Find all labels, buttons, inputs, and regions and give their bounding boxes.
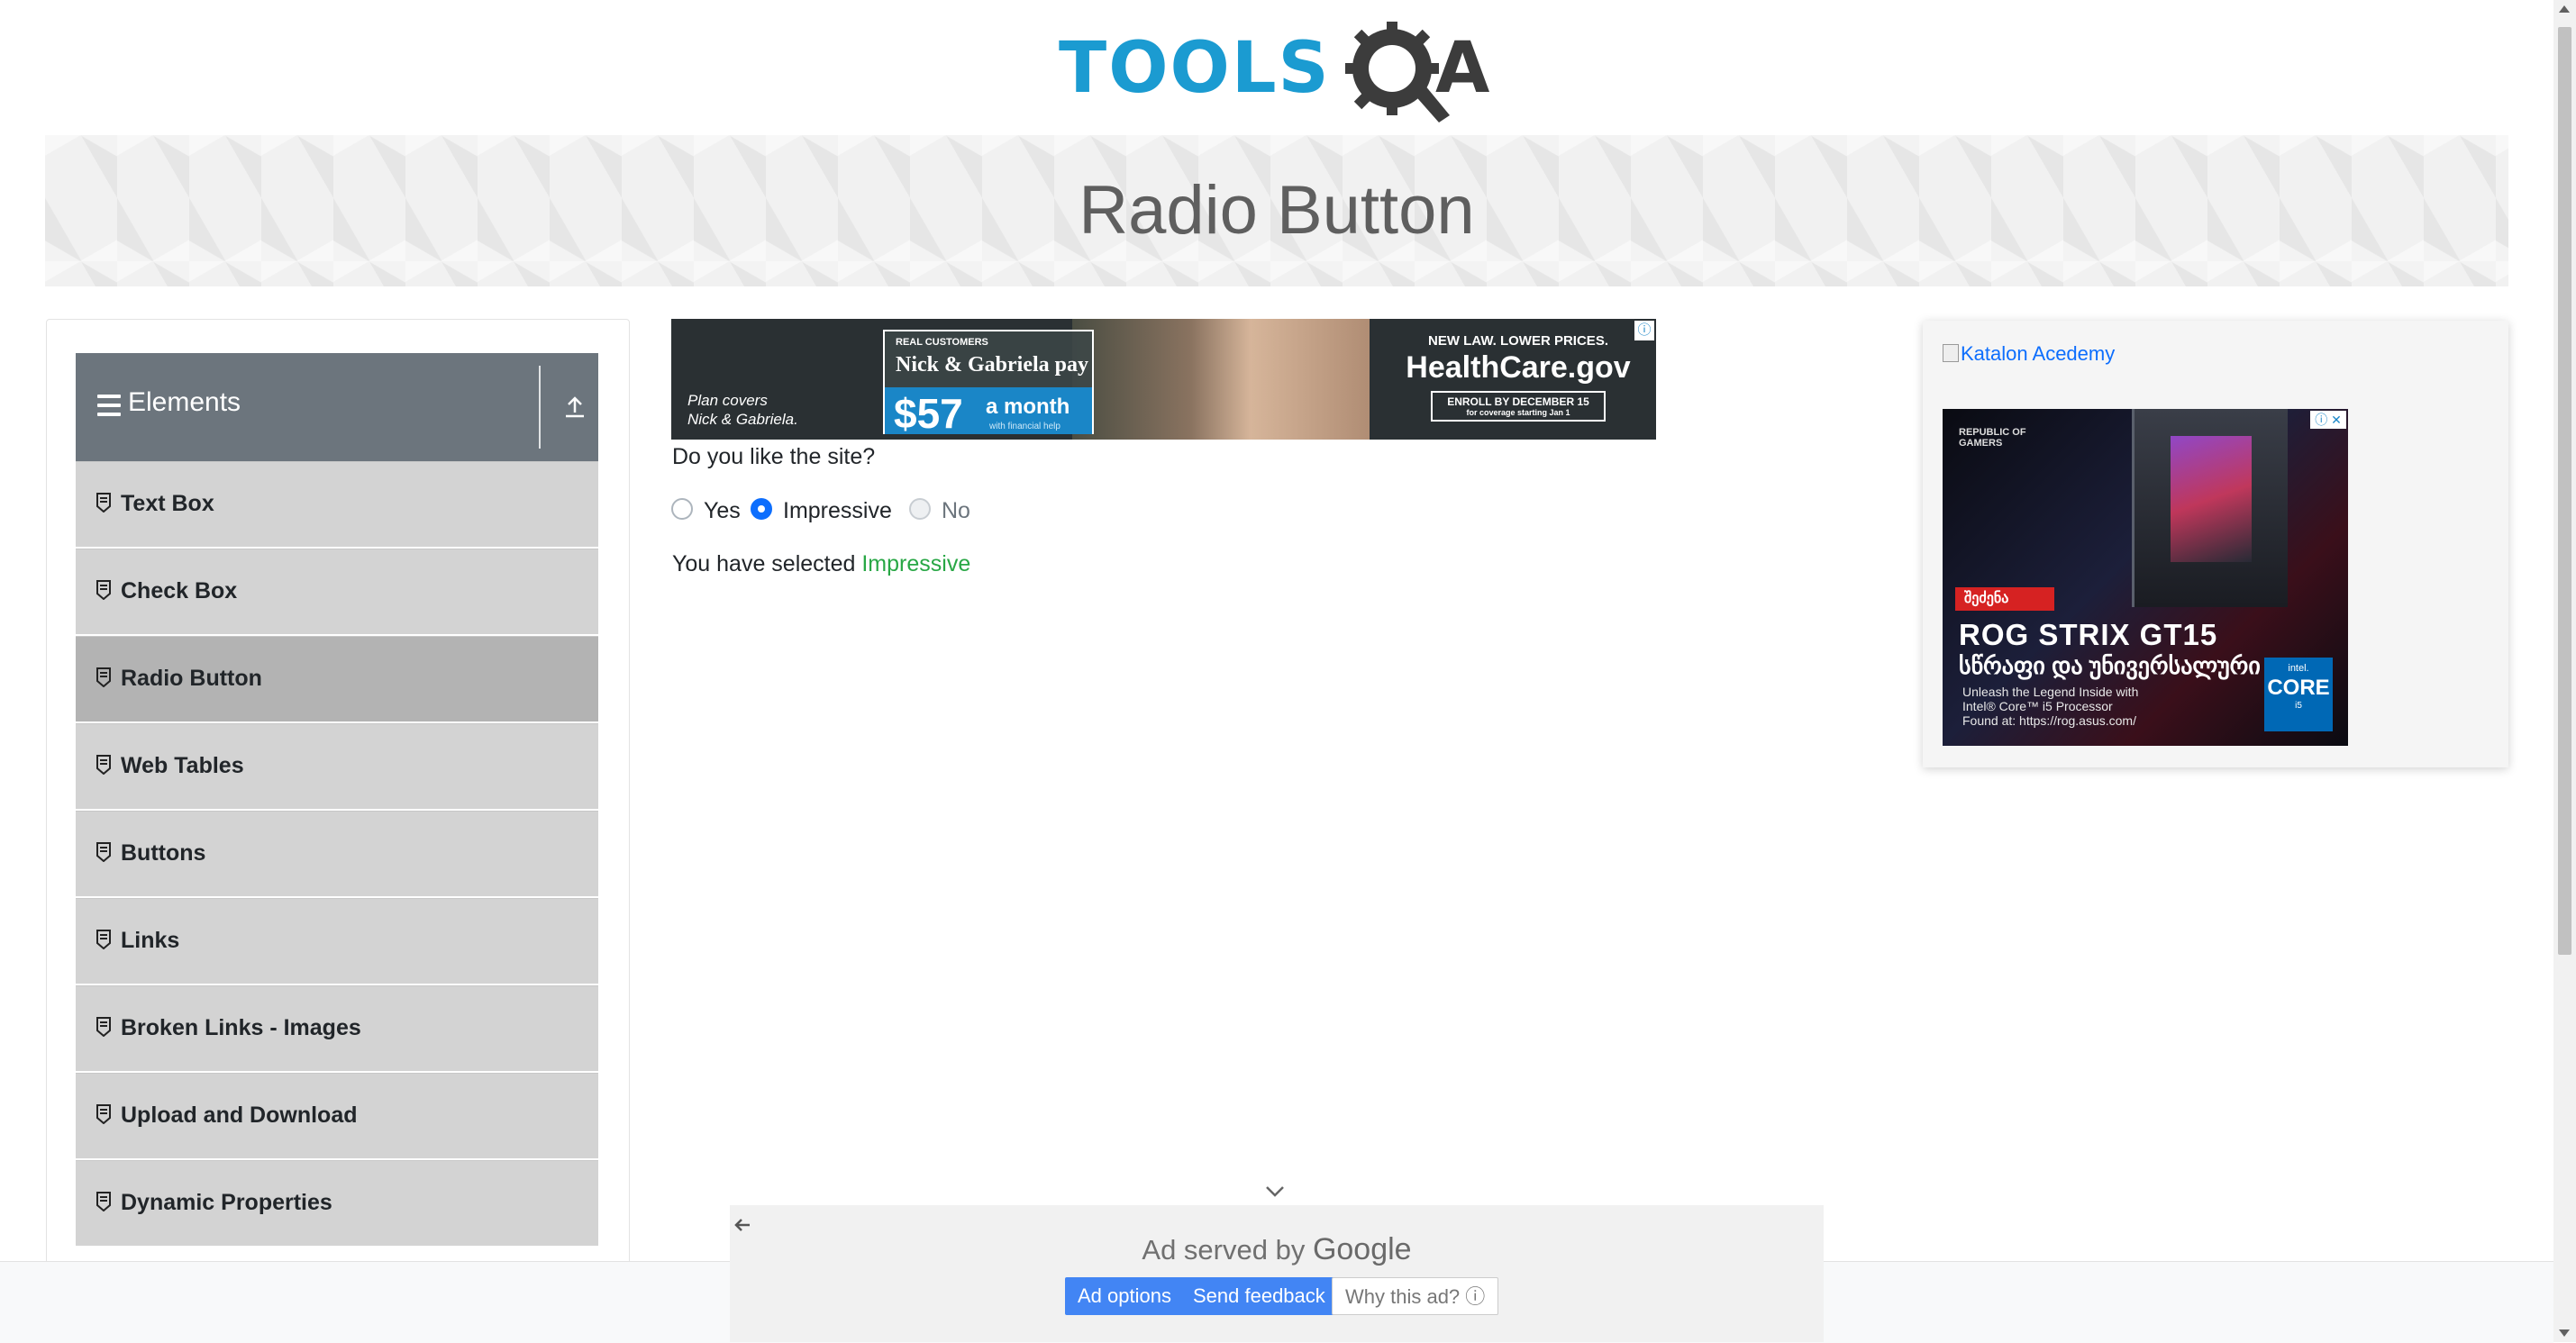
ad-served-by-text: Ad served by Google	[1142, 1232, 1412, 1266]
broken-image-icon	[1943, 344, 1959, 362]
sidebar-item-web-tables[interactable]: Web Tables	[76, 723, 598, 809]
sidebar-item-label: Check Box	[121, 578, 238, 603]
adchoices-info-icon[interactable]: ⓘ	[1634, 321, 1654, 340]
file-icon	[96, 580, 111, 600]
ad-buy-button[interactable]: შეძენა	[1955, 587, 2054, 611]
sidebar-item-broken-links[interactable]: Broken Links - Images	[76, 985, 598, 1071]
ad-pc-case-image	[2132, 409, 2288, 607]
file-icon	[96, 1192, 111, 1211]
sidebar-item-label: Buttons	[121, 840, 206, 866]
file-icon	[96, 1017, 111, 1037]
selection-result: You have selected Impressive	[672, 551, 970, 577]
collapse-arrow-icon[interactable]	[560, 389, 589, 425]
sidebar-item-radio-button[interactable]: Radio Button	[76, 636, 598, 721]
sidebar-item-label: Broken Links - Images	[121, 1015, 361, 1040]
file-icon	[96, 667, 111, 687]
radio-no-label: No	[942, 498, 970, 523]
intel-core-badge: intel. CORE i5	[2264, 658, 2333, 731]
header-divider	[539, 366, 541, 449]
radio-no-input	[909, 498, 931, 520]
radio-question: Do you like the site?	[672, 444, 876, 469]
katalon-academy-link[interactable]: Katalon Acedemy	[1943, 342, 2115, 366]
ad-family-photo	[1072, 319, 1370, 440]
ad-description: Unleash the Legend Inside with Intel® Co…	[1962, 685, 2139, 728]
ad-subheadline: სწრაფი და უნივერსალური	[1959, 652, 2261, 679]
page-scrollbar[interactable]	[2553, 0, 2576, 1342]
page-banner: Radio Button	[45, 135, 2508, 286]
file-icon	[96, 930, 111, 949]
file-icon	[96, 493, 111, 513]
adchoices-close-icon[interactable]: ⓘ ✕	[2310, 411, 2346, 429]
result-value: Impressive	[861, 551, 971, 576]
healthcare-ad-banner[interactable]: Plan covers Nick & Gabriela. REAL CUSTOM…	[671, 319, 1656, 440]
right-ad-panel: Katalon Acedemy REPUBLIC OF GAMERS შეძენ…	[1923, 321, 2508, 767]
logo-text-tools: TOOLS	[1059, 28, 1331, 109]
ad-options-button[interactable]: Ad options	[1065, 1277, 1184, 1315]
sidebar-item-check-box[interactable]: Check Box	[76, 549, 598, 634]
ad-healthcare-info: NEW LAW. LOWER PRICES. HealthCare.gov EN…	[1388, 328, 1649, 434]
radio-yes-label[interactable]: Yes	[704, 498, 741, 524]
sidebar-menu: Text Box Check Box Radio Button Web Tabl…	[76, 461, 598, 1248]
radio-impressive-label[interactable]: Impressive	[783, 498, 892, 524]
sidebar-item-label: Radio Button	[121, 666, 262, 691]
sidebar-group-title: Elements	[128, 387, 241, 417]
sidebar-item-buttons[interactable]: Buttons	[76, 811, 598, 896]
ad-offer-box: REAL CUSTOMERS Nick & Gabriela pay $57 a…	[883, 330, 1094, 437]
scroll-up-icon[interactable]	[2559, 5, 2570, 13]
scrollbar-thumb[interactable]	[2558, 27, 2571, 955]
sidebar-group-elements[interactable]: Elements	[76, 353, 598, 461]
radio-impressive-input[interactable]	[751, 498, 772, 520]
hamburger-icon	[97, 395, 121, 416]
ad-left-text: Plan covers Nick & Gabriela.	[687, 392, 798, 428]
file-icon	[96, 1104, 111, 1124]
file-icon	[96, 842, 111, 862]
file-icon	[96, 755, 111, 775]
page-title: Radio Button	[1079, 172, 1475, 249]
result-prefix: You have selected	[672, 551, 862, 576]
sidebar-item-text-box[interactable]: Text Box	[76, 461, 598, 547]
sidebar-item-upload-download[interactable]: Upload and Download	[76, 1073, 598, 1158]
sidebar-item-links[interactable]: Links	[76, 898, 598, 984]
toolsqa-logo[interactable]: TOOLS A	[1059, 18, 1500, 124]
ad-served-panel: Ad served by Google Ad options Send feed…	[730, 1205, 1824, 1342]
sidebar-item-label: Web Tables	[121, 753, 244, 778]
scroll-down-icon[interactable]	[2559, 1329, 2570, 1337]
sidebar-item-label: Upload and Download	[121, 1103, 358, 1128]
radio-yes-input[interactable]	[671, 498, 693, 520]
sidebar-item-label: Dynamic Properties	[121, 1190, 332, 1215]
why-this-ad-button[interactable]: Why this ad? ⓘ	[1332, 1277, 1499, 1315]
chevron-down-icon[interactable]	[1263, 1182, 1287, 1200]
rog-brand-text: REPUBLIC OF GAMERS	[1959, 427, 2026, 449]
send-feedback-button[interactable]: Send feedback	[1180, 1277, 1338, 1315]
logo-text-a: A	[1435, 28, 1490, 109]
rog-strix-ad[interactable]: REPUBLIC OF GAMERS შეძენა ROG STRIX GT15…	[1943, 409, 2348, 746]
sidebar-item-dynamic-properties[interactable]: Dynamic Properties	[76, 1160, 598, 1246]
sidebar-item-label: Links	[121, 928, 180, 953]
ad-headline: ROG STRIX GT15	[1959, 618, 2218, 651]
sidebar-item-label: Text Box	[121, 491, 214, 516]
